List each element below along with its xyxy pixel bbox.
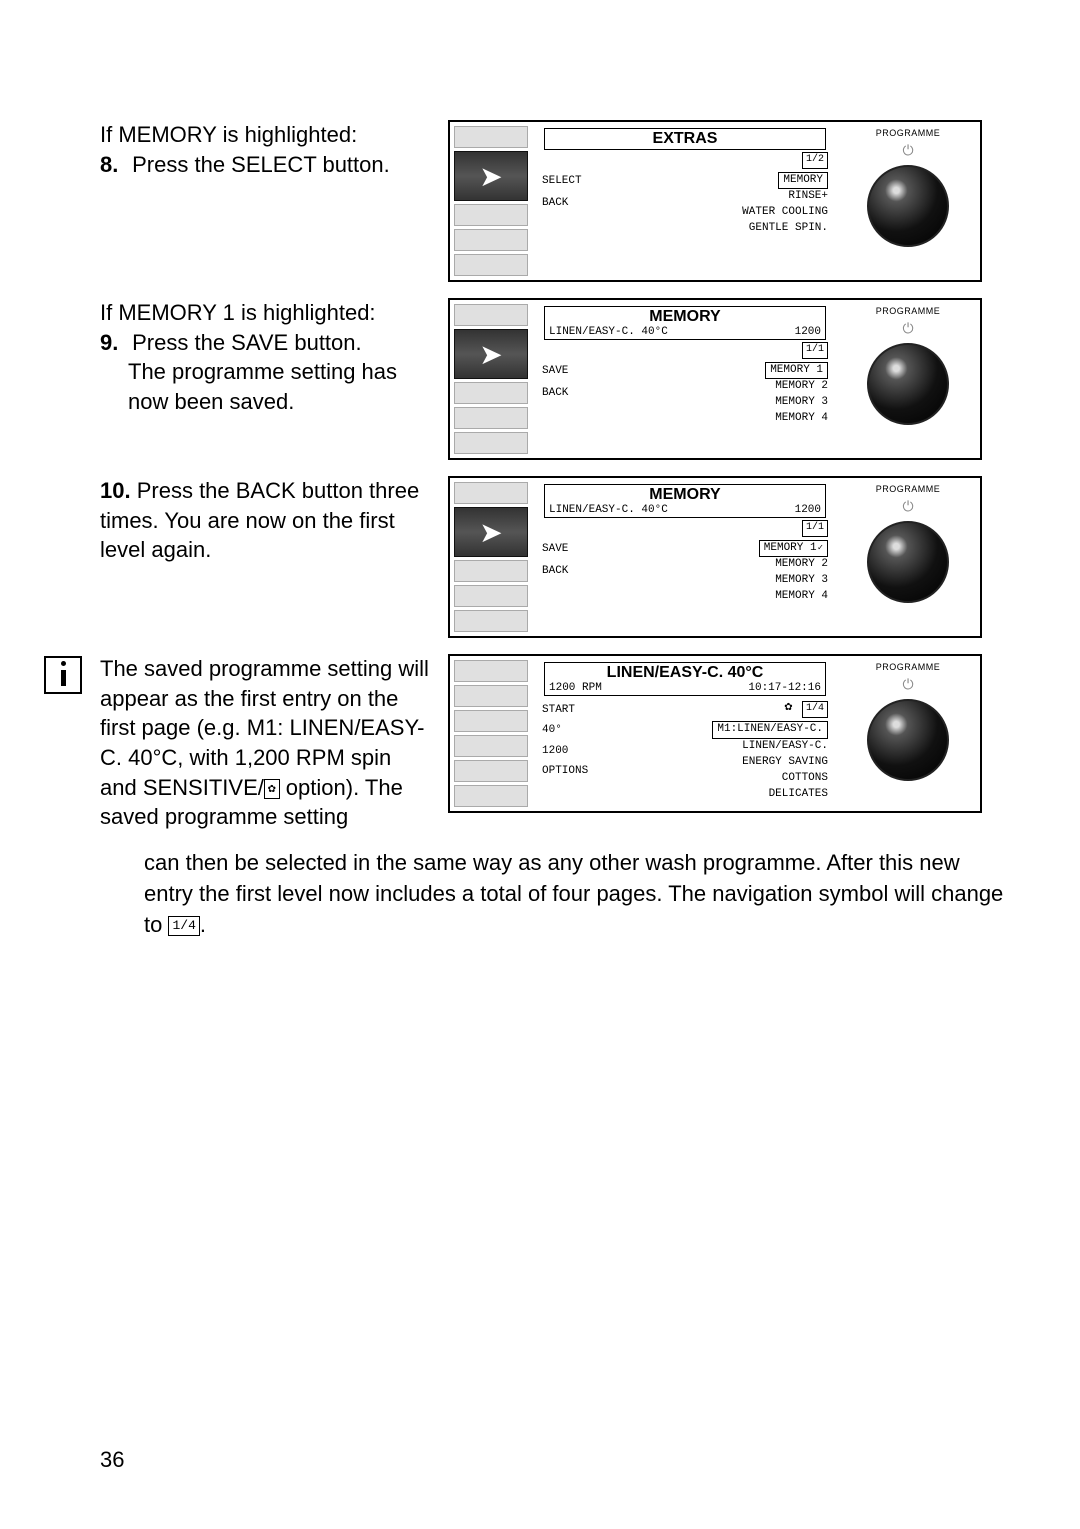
panel4-label-1200: 1200 xyxy=(542,741,598,761)
panel2-subright: 1200 xyxy=(795,326,821,338)
panel-memory-save: ➤ MEMORY LINEN/EASY-C. 40°C 1200 xyxy=(448,298,982,460)
panel2-subleft: LINEN/EASY-C. 40°C xyxy=(549,326,668,338)
page-number: 36 xyxy=(100,1447,124,1473)
panel3-item-memory4: MEMORY 4 xyxy=(604,589,828,605)
panel1-back-label: BACK xyxy=(542,192,598,214)
panel2-item-memory1: MEMORY 1 xyxy=(765,362,828,380)
power-icon: ⏻ xyxy=(902,320,913,337)
panel2-title: MEMORY xyxy=(649,308,720,325)
step8-number: 8. xyxy=(100,150,126,180)
power-icon: ⏻ xyxy=(902,142,913,159)
sensitive-icon: ✿ xyxy=(782,698,796,717)
programme-knob xyxy=(867,521,949,603)
panel1-item-gentlespin: GENTLE SPIN. xyxy=(604,221,828,237)
panel2-item-memory3: MEMORY 3 xyxy=(604,395,828,411)
panel3-subright: 1200 xyxy=(795,504,821,516)
power-icon: ⏻ xyxy=(902,676,913,693)
nav-badge-icon: 1/1 xyxy=(802,342,828,359)
programme-knob xyxy=(867,165,949,247)
nav-change-icon: 1/4 xyxy=(168,916,199,936)
panel4-label-options: OPTIONS xyxy=(542,761,598,781)
sensitive-icon: ✿ xyxy=(264,779,280,799)
info-icon xyxy=(44,656,82,694)
panel3-save-label: SAVE xyxy=(542,538,598,560)
arrow-icon: ➤ xyxy=(479,160,502,193)
panel-left-strip: ➤ xyxy=(450,122,532,280)
panel1-title: EXTRAS xyxy=(544,128,826,150)
panel4-label-40: 40° xyxy=(542,720,598,740)
panel3-back-label: BACK xyxy=(542,560,598,582)
panel1-item-rinse: RINSE+ xyxy=(604,189,828,205)
panel2-item-memory4: MEMORY 4 xyxy=(604,411,828,427)
panel3-item-memory1: MEMORY 1 xyxy=(759,540,828,558)
panel3-item-memory2: MEMORY 2 xyxy=(604,557,828,573)
panel2-item-memory2: MEMORY 2 xyxy=(604,379,828,395)
panel4-subright: 10:17-12:16 xyxy=(748,682,821,694)
panel4-item-linen: LINEN/EASY-C. xyxy=(604,739,828,755)
panel4-item-cottons: COTTONS xyxy=(604,771,828,787)
step9-intro: If MEMORY 1 is highlighted: xyxy=(100,298,430,328)
panel-extras: ➤ EXTRAS SELECT BACK 1/2 MEMORY xyxy=(448,120,982,282)
arrow-icon: ➤ xyxy=(479,338,502,371)
panel4-subleft: 1200 RPM xyxy=(549,682,602,694)
panel3-item-memory3: MEMORY 3 xyxy=(604,573,828,589)
programme-knob xyxy=(867,699,949,781)
panel4-title: LINEN/EASY-C. 40°C xyxy=(607,664,764,681)
panel2-save-label: SAVE xyxy=(542,360,598,382)
panel1-select-label: SELECT xyxy=(542,170,598,192)
programme-label: PROGRAMME xyxy=(876,484,941,494)
panel-first-level: LINEN/EASY-C. 40°C 1200 RPM 10:17-12:16 … xyxy=(448,654,982,813)
panel4-label-start: START xyxy=(542,700,598,720)
panel-memory-saved: ➤ MEMORY LINEN/EASY-C. 40°C 1200 xyxy=(448,476,982,638)
step9-number: 9. xyxy=(100,328,126,358)
programme-knob xyxy=(867,343,949,425)
panel1-item-watercooling: WATER COOLING xyxy=(604,205,828,221)
panel4-item-energy: ENERGY SAVING xyxy=(604,755,828,771)
programme-label: PROGRAMME xyxy=(876,662,941,672)
programme-label: PROGRAMME xyxy=(876,306,941,316)
arrow-icon: ➤ xyxy=(479,516,502,549)
panel3-subleft: LINEN/EASY-C. 40°C xyxy=(549,504,668,516)
step10-number: 10. xyxy=(100,476,131,506)
nav-badge-icon: 1/2 xyxy=(802,152,828,169)
panel2-back-label: BACK xyxy=(542,382,598,404)
step8-text: Press the SELECT button. xyxy=(132,152,390,177)
panel4-item-delicates: DELICATES xyxy=(604,787,828,803)
info-para2: can then be selected in the same way as … xyxy=(144,850,1003,937)
step9-text2: The programme setting has now been saved… xyxy=(100,357,430,416)
step10-text: Press the BACK button three times. You a… xyxy=(100,478,419,562)
step8-intro: If MEMORY is highlighted: xyxy=(100,120,430,150)
step9-text: Press the SAVE button. xyxy=(132,330,362,355)
nav-badge-icon: 1/4 xyxy=(802,701,828,718)
programme-label: PROGRAMME xyxy=(876,128,941,138)
power-icon: ⏻ xyxy=(902,498,913,515)
info-para2-end: . xyxy=(200,912,206,937)
panel3-title: MEMORY xyxy=(649,486,720,503)
panel1-item-memory: MEMORY xyxy=(778,172,828,190)
panel4-item-m1: M1:LINEN/EASY-C. xyxy=(712,721,828,739)
nav-badge-icon: 1/1 xyxy=(802,520,828,537)
